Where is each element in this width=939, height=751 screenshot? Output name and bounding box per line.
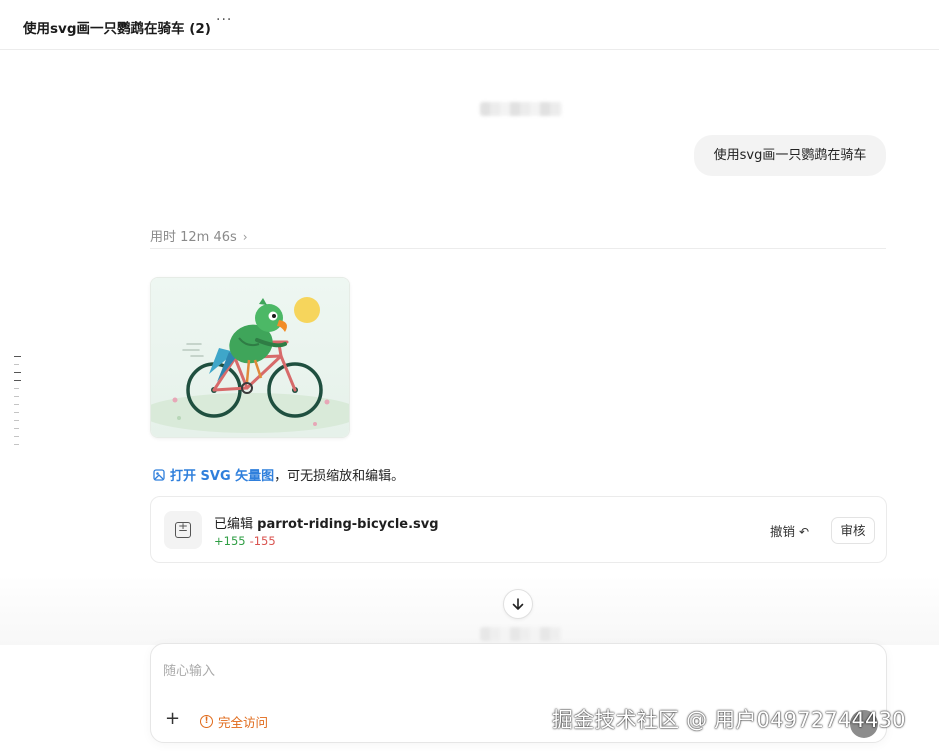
undo-button[interactable]: 撤销 ↶ xyxy=(770,521,809,540)
composer-input[interactable]: 随心输入 xyxy=(163,660,215,679)
redacted-text xyxy=(480,102,562,116)
file-name[interactable]: parrot-riding-bicycle.svg xyxy=(257,517,438,532)
edited-file-card: 已编辑 parrot-riding-bicycle.svg +155-155 撤… xyxy=(150,496,887,563)
user-message-bubble: 使用svg画一只鹦鹉在骑车 xyxy=(694,135,886,176)
review-button[interactable]: 审核 xyxy=(831,517,875,544)
open-svg-description: ，可无损缩放和编辑。 xyxy=(274,469,405,484)
arrow-down-icon xyxy=(512,598,524,610)
open-svg-link[interactable]: 打开 SVG 矢量图 xyxy=(170,465,274,484)
ellipsis-icon[interactable]: ··· xyxy=(216,12,232,28)
redacted-text xyxy=(480,627,562,641)
undo-label: 撤销 xyxy=(770,524,796,539)
divider xyxy=(150,248,886,249)
conversation-outline-rail[interactable] xyxy=(14,356,22,452)
thinking-label: 用时 12m 46s xyxy=(150,230,237,245)
undo-icon: ↶ xyxy=(799,525,810,539)
file-status: 已编辑 xyxy=(214,517,254,532)
scroll-to-bottom-button[interactable] xyxy=(503,589,533,619)
chevron-right-icon: › xyxy=(242,230,248,244)
deletions-count: -155 xyxy=(249,534,276,548)
watermark: 掘金技术社区 @ 用户04972744430 xyxy=(552,708,906,732)
full-access-button[interactable]: ! 完全访问 xyxy=(200,712,268,731)
scroll-fade xyxy=(0,575,939,645)
top-bar: 使用svg画一只鹦鹉在骑车 (2) ··· xyxy=(0,0,939,50)
conversation-title: 使用svg画一只鹦鹉在骑车 (2) xyxy=(23,21,211,37)
open-svg-line: 打开 SVG 矢量图 ，可无损缩放和编辑。 xyxy=(153,465,404,484)
warning-icon: ! xyxy=(200,715,213,728)
full-access-label: 完全访问 xyxy=(218,715,269,730)
file-title: 已编辑 parrot-riding-bicycle.svg xyxy=(214,513,439,532)
thinking-duration[interactable]: 用时 12m 46s › xyxy=(150,226,248,245)
plus-icon[interactable]: + xyxy=(165,708,180,729)
svg-preview-thumbnail[interactable] xyxy=(150,277,350,438)
parrot-riding-bicycle-image xyxy=(151,278,349,437)
image-icon xyxy=(153,468,165,481)
additions-count: +155 xyxy=(214,534,246,548)
file-diff-stats: +155 -155 xyxy=(214,534,276,548)
diff-icon xyxy=(164,511,202,549)
